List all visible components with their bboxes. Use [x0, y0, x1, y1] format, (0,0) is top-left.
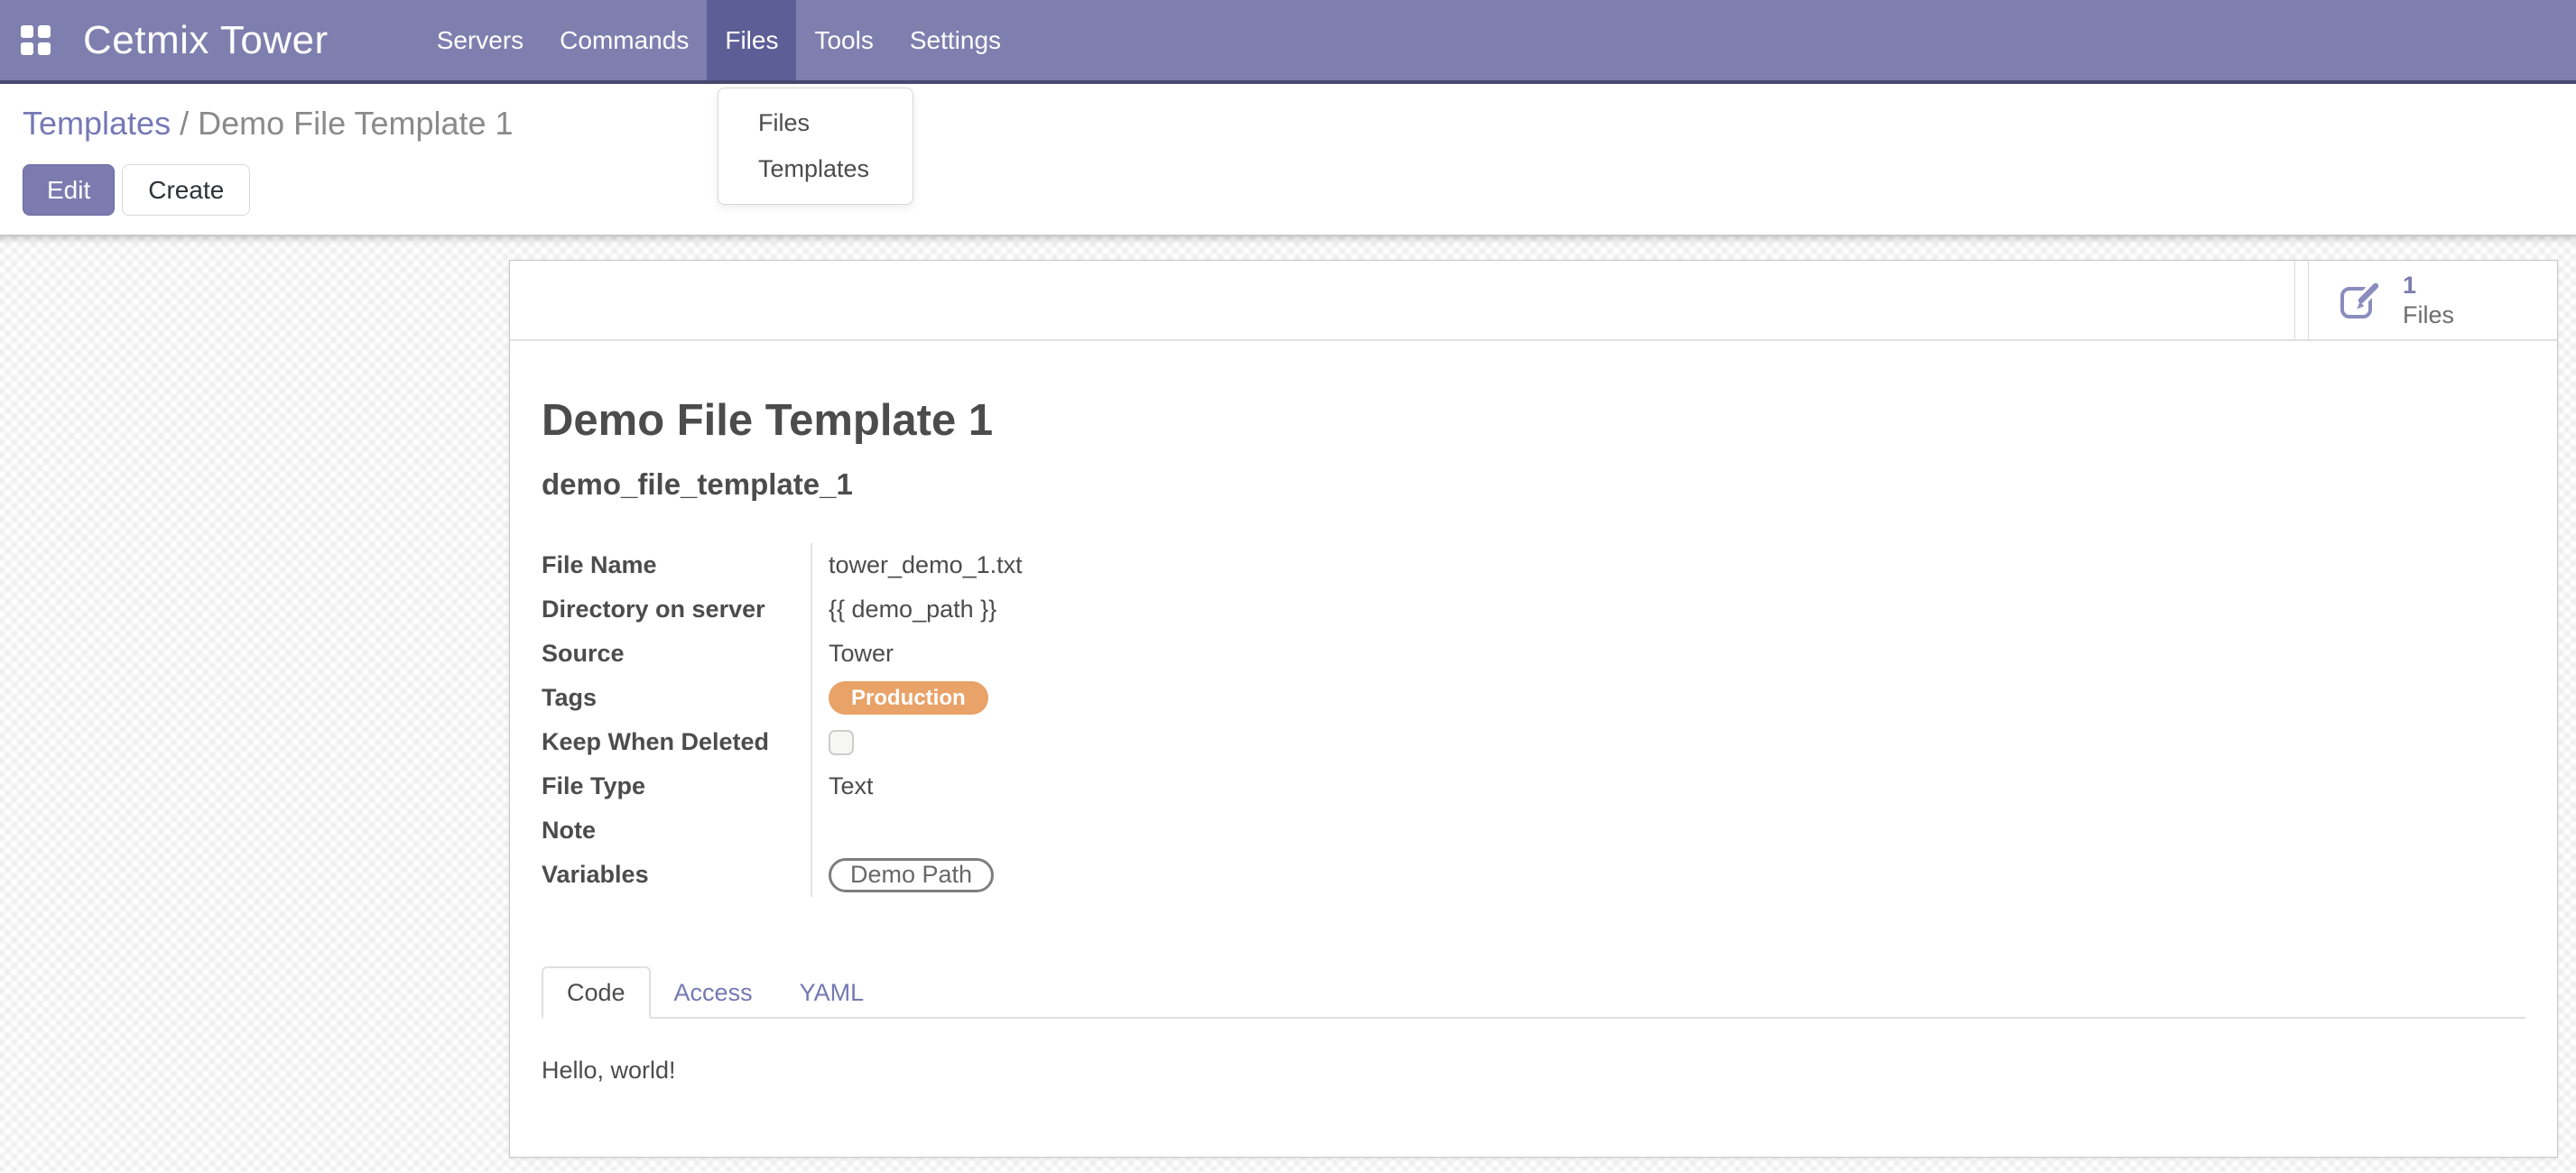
notebook-tabs: CodeAccessYAML — [542, 966, 2525, 1019]
apps-menu-button[interactable] — [0, 0, 70, 80]
breadcrumb-separator: / — [171, 105, 198, 142]
field-value-keep-when-deleted — [811, 720, 2525, 764]
field-row-variables: Variables Demo Path — [542, 853, 2525, 897]
edit-pencil-square-icon — [2338, 279, 2381, 322]
field-group: File Nametower_demo_1.txtDirectory on se… — [542, 543, 2525, 897]
create-button[interactable]: Create — [122, 164, 250, 216]
stat-button-box: 1 Files — [510, 261, 2557, 341]
field-row-note: Note — [542, 808, 2525, 853]
field-value-source: Tower — [811, 632, 2525, 676]
dropdown-item-templates[interactable]: Templates — [718, 146, 913, 192]
brand-title[interactable]: Cetmix Tower — [70, 0, 329, 80]
field-label-variables: Variables — [542, 861, 811, 889]
keep-when-deleted-checkbox[interactable] — [829, 730, 854, 755]
field-row-file-type: File TypeText — [542, 764, 2525, 808]
field-row-file-name: File Nametower_demo_1.txt — [542, 543, 2525, 587]
field-label-tags: Tags — [542, 684, 811, 712]
control-buttons: Edit Create — [23, 164, 2576, 216]
breadcrumb: Templates / Demo File Template 1 — [0, 84, 2576, 143]
stat-text: 1 Files — [2403, 271, 2454, 329]
stat-box-divider — [2294, 261, 2308, 339]
nav-item-commands[interactable]: Commands — [542, 0, 707, 80]
files-dropdown-menu: FilesTemplates — [718, 88, 913, 205]
field-label-keep-when-deleted: Keep When Deleted — [542, 728, 811, 756]
field-value-file-name: tower_demo_1.txt — [811, 543, 2525, 587]
field-label-source: Source — [542, 640, 811, 668]
control-panel: Templates / Demo File Template 1 Edit Cr… — [0, 84, 2576, 236]
form-title: Demo File Template 1 — [542, 395, 2525, 446]
form-card: 1 Files Demo File Template 1 demo_file_t… — [509, 260, 2558, 1158]
breadcrumb-current: Demo File Template 1 — [198, 105, 514, 142]
nav-item-settings[interactable]: Settings — [892, 0, 1019, 80]
field-value-directory-on-server: {{ demo_path }} — [811, 587, 2525, 632]
tag-badge-production: Production — [829, 681, 988, 715]
field-value-note — [811, 808, 2525, 853]
field-row-directory-on-server: Directory on server{{ demo_path }} — [542, 587, 2525, 632]
field-value-tags: Production — [811, 676, 2525, 720]
tab-yaml[interactable]: YAML — [776, 968, 888, 1017]
tab-code[interactable]: Code — [542, 966, 651, 1019]
content-background: 1 Files Demo File Template 1 demo_file_t… — [0, 236, 2576, 1171]
edit-button[interactable]: Edit — [23, 164, 115, 216]
form-subtitle: demo_file_template_1 — [542, 467, 2525, 502]
code-tab-content: Hello, world! — [542, 1019, 2525, 1085]
dropdown-item-files[interactable]: Files — [718, 100, 913, 146]
screen: Cetmix Tower ServersCommandsFilesToolsSe… — [0, 0, 2576, 1173]
files-stat-button[interactable]: 1 Files — [2308, 261, 2557, 339]
top-navbar: Cetmix Tower ServersCommandsFilesToolsSe… — [0, 0, 2576, 84]
tab-access[interactable]: Access — [651, 968, 776, 1017]
field-row-tags: Tags Production — [542, 676, 2525, 720]
nav-item-tools[interactable]: Tools — [796, 0, 891, 80]
nav-item-servers[interactable]: Servers — [419, 0, 542, 80]
breadcrumb-link-templates[interactable]: Templates — [23, 105, 171, 142]
field-label-file-name: File Name — [542, 551, 811, 579]
field-value-variables: Demo Path — [811, 853, 2525, 897]
apps-grid-icon — [21, 25, 51, 55]
stat-label: Files — [2403, 300, 2454, 329]
nav-menu: ServersCommandsFilesToolsSettings — [419, 0, 1019, 80]
field-label-directory-on-server: Directory on server — [542, 596, 811, 623]
field-label-note: Note — [542, 817, 811, 845]
field-row-keep-when-deleted: Keep When Deleted — [542, 720, 2525, 764]
field-row-source: SourceTower — [542, 632, 2525, 676]
stat-count: 1 — [2403, 271, 2454, 300]
variable-pill-demo-path: Demo Path — [829, 858, 994, 892]
form-sheet: Demo File Template 1 demo_file_template_… — [510, 395, 2557, 1085]
field-value-file-type: Text — [811, 764, 2525, 808]
nav-item-files[interactable]: Files — [707, 0, 796, 80]
field-label-file-type: File Type — [542, 772, 811, 800]
